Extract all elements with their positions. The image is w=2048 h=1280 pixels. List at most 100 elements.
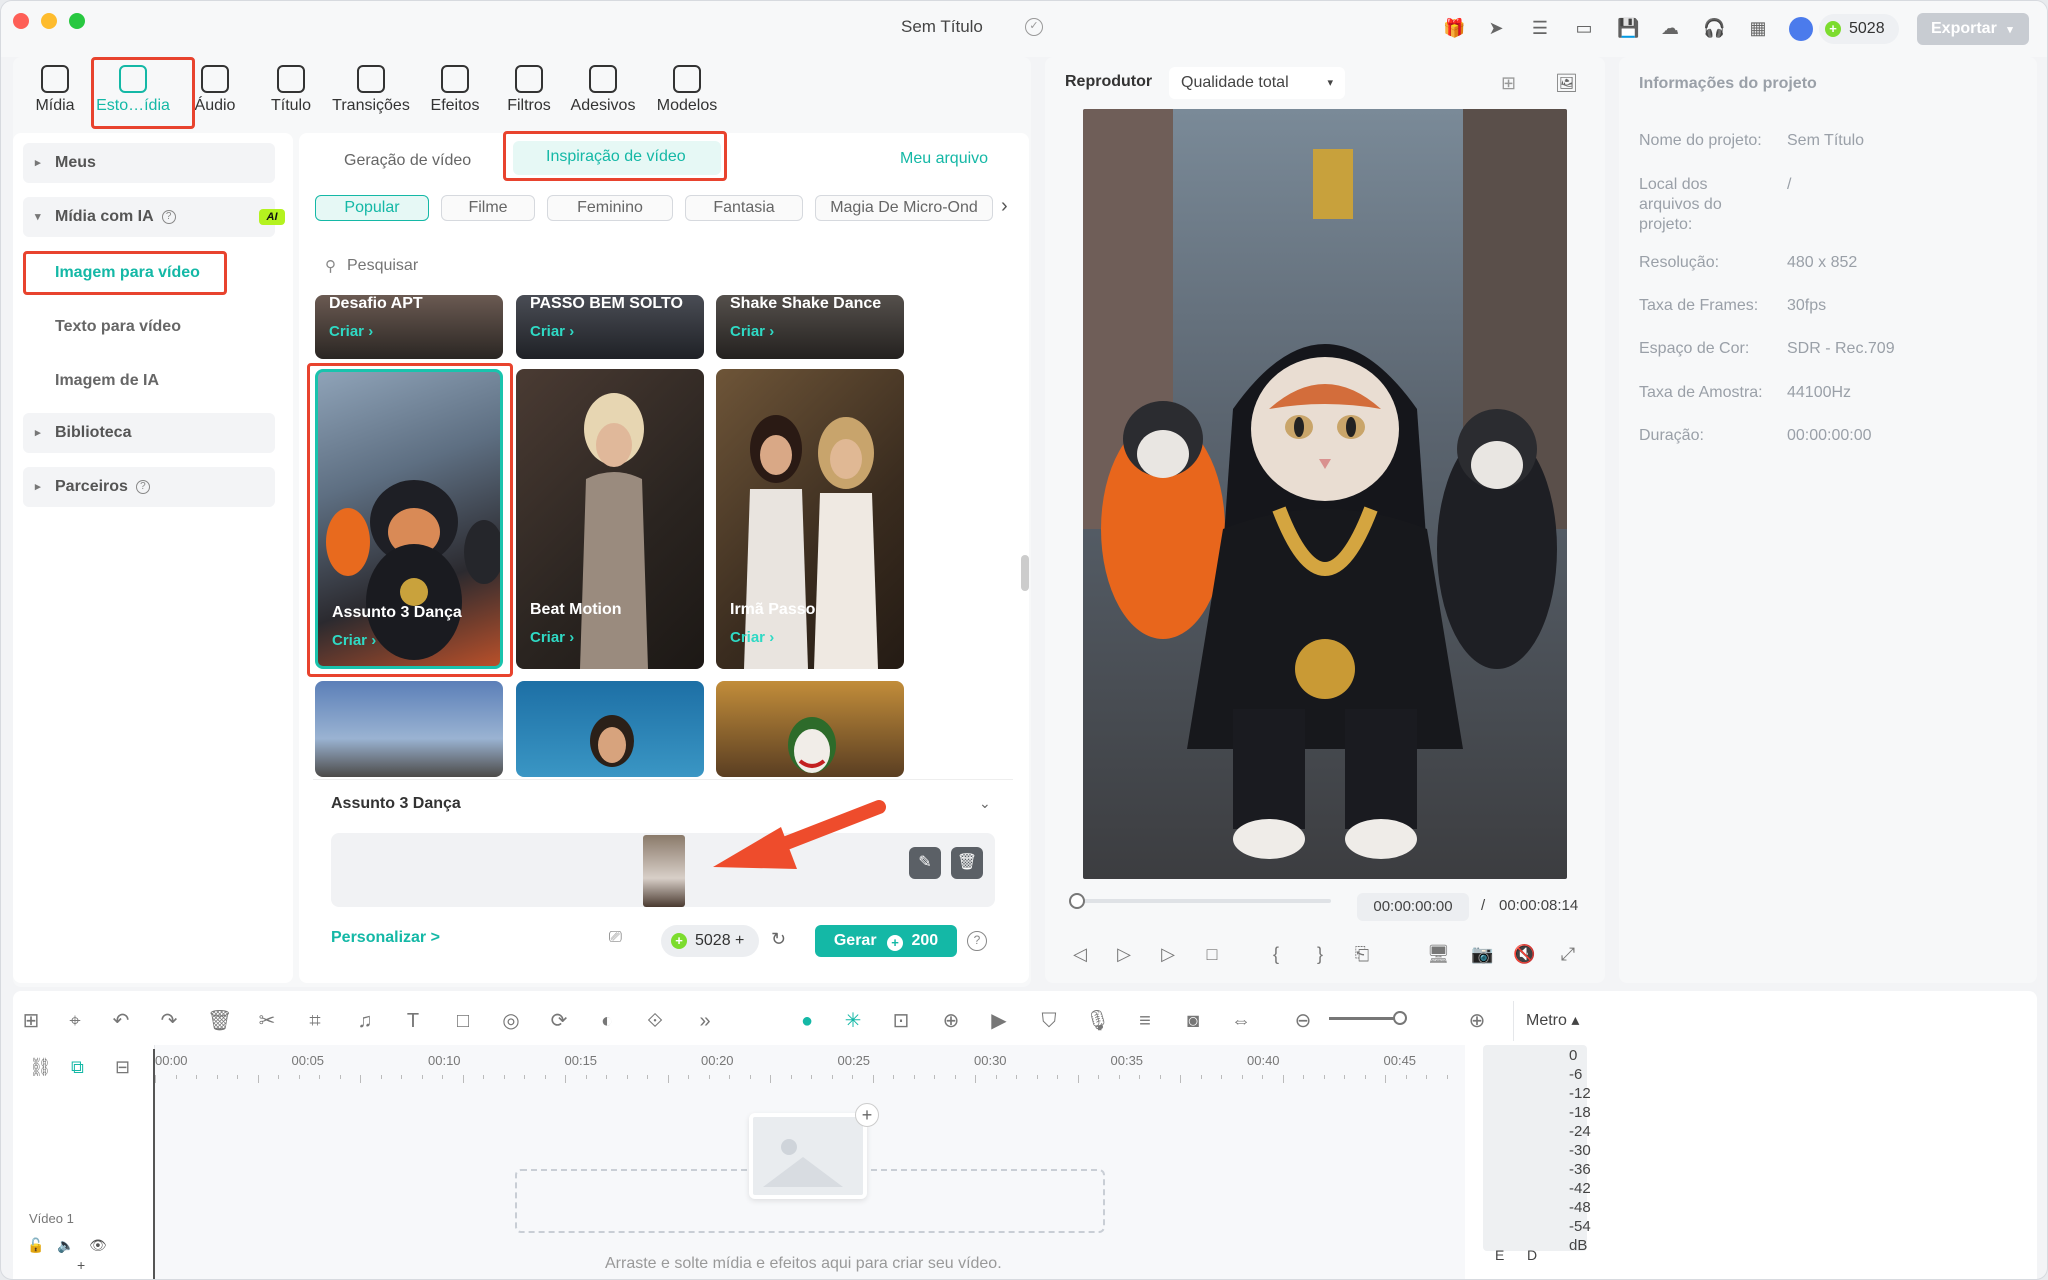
save-icon[interactable]: 💾	[1617, 17, 1639, 39]
tool-tab-3[interactable]: Título	[251, 65, 331, 125]
tool-tab-6[interactable]: Filtros	[489, 65, 569, 125]
stop-icon[interactable]: □	[1201, 943, 1223, 965]
effects-icon[interactable]: ⊕	[939, 1009, 963, 1033]
shield-icon[interactable]: ⛉	[1037, 1009, 1061, 1033]
sidebar-item-partners[interactable]: Parceiros?	[23, 467, 275, 507]
mic-icon[interactable]: 🎙	[1085, 1009, 1110, 1033]
playhead[interactable]	[153, 1049, 155, 1279]
zoom-out-icon[interactable]: ⊖	[1291, 1009, 1315, 1033]
redo-icon[interactable]: ↷	[157, 1009, 181, 1033]
cut-icon[interactable]: ✂	[255, 1009, 279, 1033]
tool-tab-5[interactable]: Efeitos	[415, 65, 495, 125]
meter-toggle[interactable]: Metro ▴	[1513, 1001, 1593, 1041]
help-icon[interactable]: ?	[135, 479, 150, 494]
play-icon[interactable]: ▷	[1157, 943, 1179, 965]
link-track-icon[interactable]: ⧉	[71, 1057, 84, 1078]
card-create-link[interactable]: Criar ›	[329, 323, 373, 340]
layout-icon[interactable]: ▭	[1573, 17, 1595, 39]
trash-icon[interactable]: 🗑	[951, 847, 983, 879]
card-create-link[interactable]: Criar ›	[530, 323, 574, 340]
image-icon[interactable]: 🖼	[1555, 73, 1578, 94]
chip-fantasy[interactable]: Fantasia	[685, 195, 803, 221]
cloud-upload-icon[interactable]: ☁	[1659, 17, 1681, 39]
layout-icon[interactable]: ⊞	[19, 1009, 43, 1033]
search-input[interactable]	[347, 253, 747, 279]
tool-tab-7[interactable]: Adesivos	[563, 65, 643, 125]
color-icon[interactable]: ◐	[595, 1009, 619, 1033]
voice-icon[interactable]: ◙	[1181, 1009, 1205, 1033]
more-icon[interactable]: »	[693, 1009, 717, 1033]
template-card[interactable]	[516, 681, 704, 777]
ai-settings-icon[interactable]: ⎚	[609, 929, 622, 947]
avatar[interactable]	[1789, 17, 1813, 41]
sidebar-item-ai-media[interactable]: Mídia com IA? AI	[23, 197, 285, 237]
undo-icon[interactable]: ↶	[109, 1009, 133, 1033]
apps-grid-icon[interactable]: ▦	[1747, 17, 1769, 39]
playback-progress-track[interactable]	[1071, 899, 1331, 903]
template-card[interactable]	[315, 681, 503, 777]
uploaded-thumbnail[interactable]	[643, 835, 685, 907]
audio-mix-icon[interactable]: ≡	[1133, 1009, 1157, 1033]
lock-icon[interactable]: 🔓	[27, 1237, 44, 1254]
sidebar-item-library[interactable]: Biblioteca	[23, 413, 275, 453]
add-track-icon[interactable]: +	[77, 1257, 85, 1273]
crop-icon[interactable]: ⌗	[303, 1009, 327, 1033]
send-icon[interactable]: ➤	[1485, 17, 1507, 39]
mark-out-icon[interactable]: }	[1309, 943, 1331, 965]
tool-tab-0[interactable]: Mídia	[15, 65, 95, 125]
template-card[interactable]	[716, 681, 904, 777]
credits-badge[interactable]: + 5028	[1819, 14, 1899, 44]
collapse-chevron-icon[interactable]: ⌄	[979, 795, 991, 812]
template-card[interactable]: Irmã Passo Criar ›	[716, 369, 904, 669]
export-button[interactable]: Exportar ▾	[1917, 13, 2029, 45]
text-icon[interactable]: T	[401, 1009, 425, 1033]
video-preview[interactable]	[1083, 109, 1567, 879]
maximize-window-button[interactable]	[69, 13, 85, 29]
tab-video-generation[interactable]: Geração de vídeo	[344, 141, 471, 181]
render-icon[interactable]: ▶	[987, 1009, 1011, 1033]
ai-avatar-icon[interactable]: ●	[795, 1009, 819, 1033]
template-card[interactable]: Shake Shake Dance Criar ›	[716, 295, 904, 359]
close-window-button[interactable]	[13, 13, 29, 29]
playback-scrubber[interactable]	[1069, 893, 1085, 909]
tool-tab-4[interactable]: Transições	[331, 65, 411, 125]
refresh-icon[interactable]: ↻	[771, 929, 786, 950]
template-card[interactable]: PASSO BEM SOLTO Criar ›	[516, 295, 704, 359]
chip-film[interactable]: Filme	[441, 195, 535, 221]
eye-icon[interactable]: 👁	[89, 1237, 107, 1254]
speaker-icon[interactable]: 🔈	[57, 1237, 74, 1254]
delete-icon[interactable]: 🗑	[207, 1009, 232, 1033]
quality-select[interactable]: Qualidade total ▾	[1169, 67, 1345, 99]
mark-in-icon[interactable]: {	[1265, 943, 1287, 965]
previous-frame-icon[interactable]: ◁	[1069, 943, 1091, 965]
grid-view-icon[interactable]: ⊞	[1501, 73, 1516, 94]
chip-female[interactable]: Feminino	[547, 195, 673, 221]
card-create-link[interactable]: Criar ›	[730, 629, 774, 646]
audio-off-icon[interactable]: 🔇	[1513, 943, 1535, 965]
select-icon[interactable]: ⌖	[63, 1009, 87, 1033]
sidebar-item-text-to-video[interactable]: Texto para vídeo	[23, 307, 275, 347]
personalize-link[interactable]: Personalizar >	[331, 929, 440, 947]
speed-icon[interactable]: ⟳	[547, 1009, 571, 1033]
display-icon[interactable]: 🖥	[1427, 943, 1450, 965]
zoom-slider-track[interactable]	[1329, 1017, 1401, 1020]
chip-popular[interactable]: Popular	[315, 195, 429, 221]
camera-icon[interactable]: 📷	[1471, 943, 1493, 965]
ai-cutout-icon[interactable]: ✳	[841, 1009, 865, 1033]
tool-tab-8[interactable]: Modelos	[647, 65, 727, 125]
ai-icon[interactable]: ⟐	[643, 1009, 667, 1033]
play-step-icon[interactable]: ▷	[1113, 943, 1135, 965]
edit-icon[interactable]: ✎	[909, 847, 941, 879]
card-create-link[interactable]: Criar ›	[530, 629, 574, 646]
feedback-icon[interactable]: ☰	[1529, 17, 1551, 39]
caption-icon[interactable]: ⊡	[889, 1009, 913, 1033]
help-icon[interactable]: ?	[161, 209, 176, 224]
audio-fx-icon[interactable]: ♫	[353, 1009, 377, 1033]
credits-pill[interactable]: + 5028 +	[661, 925, 759, 957]
generate-button[interactable]: Gerar + 200	[815, 925, 957, 957]
fit-icon[interactable]: ⇔	[1229, 1009, 1253, 1033]
marker-icon[interactable]: ⎗	[1351, 943, 1373, 965]
headset-icon[interactable]: 🎧	[1703, 17, 1725, 39]
fullscreen-icon[interactable]: ⤢	[1557, 943, 1579, 965]
template-card[interactable]: Beat Motion Criar ›	[516, 369, 704, 669]
